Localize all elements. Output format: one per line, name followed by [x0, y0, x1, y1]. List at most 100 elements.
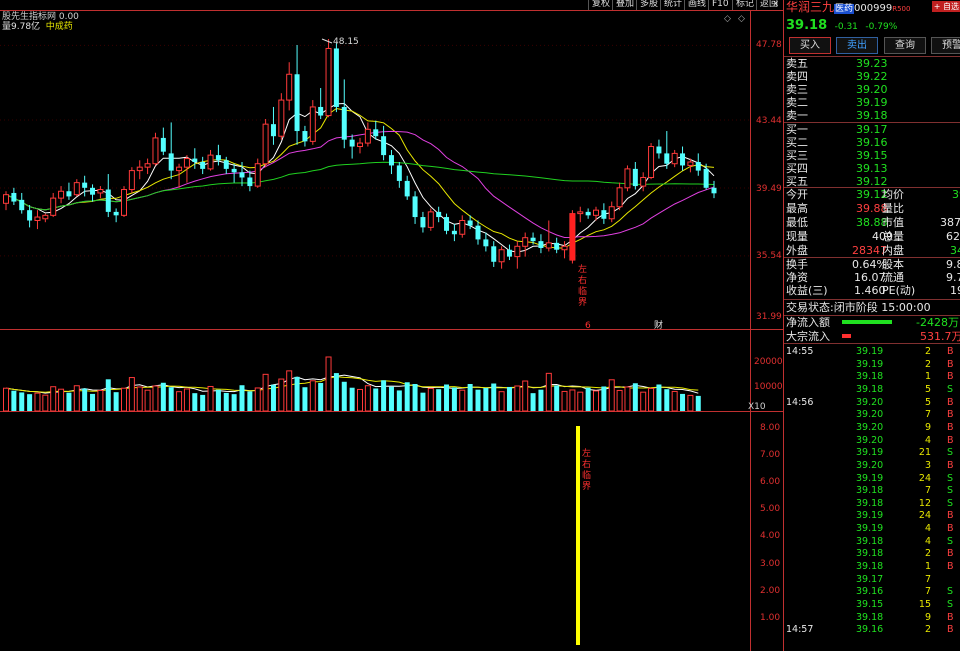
candle-body	[58, 190, 65, 199]
candle	[19, 192, 25, 214]
tick-price: 39.15	[856, 599, 884, 610]
rank-tag: R500	[892, 5, 911, 13]
volume-bar	[687, 394, 694, 412]
candle-body	[34, 216, 41, 221]
stat-label: 最低	[786, 216, 808, 229]
tick-side: S	[947, 497, 954, 509]
ask-price: 39.23	[856, 57, 888, 70]
volume-bar	[168, 387, 174, 411]
candle	[302, 125, 308, 147]
chart-settings-diamond-icon[interactable]: ◇	[724, 14, 731, 24]
add-watchlist-button[interactable]: + 自选	[931, 1, 960, 12]
tick-price: 39.18	[856, 535, 884, 547]
tick-price: 39.19	[856, 472, 884, 484]
y-axis-ticks: 47.78 43.44 39.49 35.54 31.99 20000 1000…	[748, 40, 783, 623]
volume-multiplier: X10	[748, 402, 766, 412]
candle-body	[278, 99, 285, 137]
stat-label: 量比	[882, 202, 904, 215]
ask-label: 卖五	[786, 57, 808, 70]
candle-body	[467, 220, 473, 226]
candle-body	[152, 137, 159, 165]
candle-body	[349, 139, 355, 147]
tick-price: 39.19	[856, 358, 884, 370]
price-tick-2: 43.44	[756, 116, 782, 126]
tick-row: 39.19 24 S	[784, 472, 960, 485]
stat-label: 内盘	[882, 244, 904, 257]
candle-body	[66, 191, 72, 197]
signal-tick-1: 1.00	[760, 613, 780, 623]
candle-body	[11, 192, 17, 202]
tick-volume: 24	[918, 472, 931, 484]
signal-tick-2: 2.00	[760, 586, 780, 596]
candle	[286, 62, 293, 111]
candle-body	[396, 165, 402, 181]
volume-bar	[302, 387, 308, 411]
tick-volume: 3	[924, 459, 931, 471]
price-change: -0.31	[834, 22, 858, 32]
candle-body	[200, 162, 206, 169]
flow-label: 净流入额	[786, 316, 830, 329]
candle-body	[128, 170, 135, 191]
candle	[608, 201, 615, 223]
candle	[27, 205, 33, 228]
bid-price: 39.17	[856, 123, 888, 136]
tick-row: 39.15 15 S	[784, 598, 960, 611]
candle-body	[444, 217, 450, 231]
buy-button[interactable]: 买入	[789, 37, 831, 54]
signal-candle	[569, 213, 575, 261]
tick-row: 39.20 7 B	[784, 408, 960, 421]
price-tick-5: 31.99	[756, 312, 782, 322]
candle	[113, 208, 119, 223]
volume-bar	[333, 373, 339, 411]
candle-body	[624, 168, 631, 189]
volume-bar	[34, 392, 41, 412]
tick-side: B	[947, 523, 954, 535]
candle-body	[239, 172, 245, 178]
tick-volume: 7	[924, 573, 931, 585]
sell-button[interactable]: 卖出	[836, 37, 878, 54]
kline-chart: 47.78 43.44 39.49 35.54 31.99 20000 1000…	[0, 10, 783, 651]
chart-settings-diamond-icon-2[interactable]: ◇	[738, 14, 745, 24]
candle-body	[538, 241, 544, 249]
candle-body	[554, 242, 560, 250]
tick-volume: 5	[924, 396, 931, 408]
volume-bar	[538, 389, 544, 411]
candle	[506, 244, 512, 261]
candle	[73, 179, 80, 197]
tick-volume: 4	[924, 523, 931, 535]
flow-bar	[842, 320, 893, 324]
volume-bar	[215, 389, 221, 411]
alert-button[interactable]: 预警	[931, 37, 960, 54]
tick-row: 39.19 2 B	[784, 358, 960, 371]
price-change-pct: -0.79%	[865, 22, 898, 32]
volume-bar	[569, 389, 576, 412]
candle-body	[632, 168, 638, 187]
candle-body	[270, 124, 276, 137]
volume-bar	[262, 373, 269, 412]
quote-side-panel: 华润三九医药000999R500 + 自选 39.18 -0.31 -0.79%…	[783, 0, 960, 651]
tick-side: B	[947, 624, 954, 636]
volume-bar	[695, 395, 701, 411]
candle	[577, 206, 584, 223]
candle	[703, 163, 709, 190]
critical-marker-char-1: 左	[578, 263, 587, 275]
tick-price: 39.19	[856, 346, 884, 357]
volume-bar	[144, 389, 151, 412]
stat-value: 9.8	[946, 258, 960, 271]
price-tick-3: 39.49	[756, 184, 782, 194]
stock-header: 华润三九医药000999R500	[786, 1, 910, 14]
query-button[interactable]: 查询	[884, 37, 926, 54]
tick-row: 14:56 39.20 5 B	[784, 396, 960, 409]
candle-body	[436, 211, 442, 218]
candle-body	[601, 210, 607, 219]
ask-label: 卖三	[786, 83, 808, 96]
ask-label: 卖二	[786, 96, 808, 109]
candle-body	[97, 189, 104, 194]
tick-side: S	[947, 586, 954, 598]
gridlines	[0, 44, 750, 257]
volume-bar	[128, 377, 135, 412]
candle	[3, 191, 9, 211]
volume-bar	[459, 389, 466, 412]
stock-name: 华润三九	[786, 0, 835, 14]
candle	[514, 241, 521, 269]
